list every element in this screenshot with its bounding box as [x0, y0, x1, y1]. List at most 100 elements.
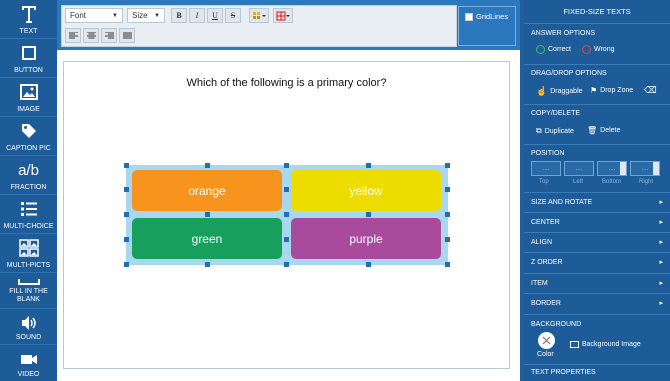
- resize-handle[interactable]: [445, 262, 450, 267]
- tool-fraction[interactable]: a/b FRACTION: [0, 156, 57, 195]
- align-right-button[interactable]: [101, 28, 117, 43]
- bottom-stepper[interactable]: [620, 162, 626, 175]
- tool-video-label: VIDEO: [17, 371, 40, 378]
- resize-handle[interactable]: [124, 237, 129, 242]
- align-center-button[interactable]: [83, 28, 99, 43]
- color-picker-icon: [253, 11, 266, 19]
- resize-handle[interactable]: [366, 262, 371, 267]
- position-top-input[interactable]: ....: [531, 161, 561, 176]
- text-color-button[interactable]: [249, 8, 269, 23]
- resize-handle[interactable]: [284, 212, 289, 217]
- tool-button[interactable]: BUTTON: [0, 39, 57, 78]
- draggable-label: Draggable: [550, 88, 583, 95]
- tool-fraction-label: FRACTION: [10, 184, 47, 191]
- align-heading: ALIGN: [531, 239, 553, 246]
- underline-button[interactable]: U: [207, 8, 223, 23]
- italic-button[interactable]: I: [189, 8, 205, 23]
- copy-delete-section: COPY/DELETE ⧉ Duplicate 🗑 Delete: [524, 105, 670, 145]
- resize-handle[interactable]: [445, 212, 450, 217]
- duplicate-button[interactable]: ⧉ Duplicate: [536, 126, 574, 136]
- bottom-label: Bottom: [602, 179, 622, 185]
- color-label: Color: [537, 351, 554, 358]
- size-select[interactable]: Size ▼: [127, 8, 165, 23]
- bold-button[interactable]: B: [171, 8, 187, 23]
- position-section: POSITION .... .... .... .... Top Left Bo…: [524, 145, 670, 193]
- align-section[interactable]: ALIGN ▸: [524, 233, 670, 253]
- choice-label: green: [191, 231, 223, 246]
- item-section[interactable]: ITEM ▸: [524, 274, 670, 294]
- clear-dropzone-button[interactable]: ⌫: [644, 85, 657, 96]
- choice-orange[interactable]: orange: [132, 170, 282, 211]
- tool-multi-choice[interactable]: MULTI-CHOICE: [0, 195, 57, 234]
- delete-button[interactable]: 🗑 Delete: [587, 126, 620, 135]
- chevron-right-icon: ▸: [659, 219, 663, 226]
- resize-handle[interactable]: [124, 187, 129, 192]
- chevron-right-icon: ▸: [659, 199, 663, 206]
- background-image-button[interactable]: Background Image: [570, 341, 641, 348]
- resize-handle[interactable]: [445, 187, 450, 192]
- center-section[interactable]: CENTER ▸: [524, 213, 670, 233]
- blank-icon: [0, 276, 57, 288]
- right-label: Right: [639, 179, 654, 185]
- tool-caption-pic[interactable]: CAPTION PIC: [0, 117, 57, 156]
- color-swatch-button[interactable]: [538, 332, 555, 349]
- resize-handle[interactable]: [124, 212, 129, 217]
- wrong-circle-icon: [582, 45, 591, 54]
- resize-handle[interactable]: [205, 163, 210, 168]
- tool-fill-blank[interactable]: FILL IN THE BLANK: [0, 273, 57, 309]
- tool-image[interactable]: IMAGE: [0, 78, 57, 117]
- question-text[interactable]: Which of the following is a primary colo…: [64, 77, 509, 89]
- question-page[interactable]: Which of the following is a primary colo…: [63, 61, 510, 369]
- table-button[interactable]: [273, 8, 293, 23]
- check-circle-icon: [536, 45, 545, 54]
- tool-text[interactable]: TEXT: [0, 0, 57, 39]
- font-select[interactable]: Font ▼: [65, 8, 123, 23]
- resize-handle[interactable]: [284, 163, 289, 168]
- app-root: TEXT BUTTON IMAGE CAPTION PIC a/b FRACTI…: [0, 0, 670, 381]
- gridlines-toggle[interactable]: GridLines: [458, 6, 516, 46]
- wrong-button[interactable]: Wrong: [582, 45, 615, 54]
- border-section[interactable]: BORDER ▸: [524, 294, 670, 315]
- zorder-section[interactable]: Z ORDER ▸: [524, 253, 670, 274]
- tool-fill-blank-label: FILL IN THE BLANK: [9, 288, 48, 303]
- choice-purple[interactable]: purple: [291, 218, 441, 259]
- backspace-icon: ⌫: [644, 85, 657, 95]
- hand-icon: ☝: [536, 86, 548, 96]
- strikethrough-button[interactable]: S: [225, 8, 241, 23]
- dropzone-button[interactable]: ⚑ Drop Zone: [590, 86, 633, 95]
- size-rotate-section[interactable]: SIZE AND ROTATE ▸: [524, 193, 670, 213]
- resize-handle[interactable]: [284, 237, 289, 242]
- tool-caption-pic-label: CAPTION PIC: [6, 145, 51, 152]
- zorder-heading: Z ORDER: [531, 259, 563, 266]
- text-properties-section[interactable]: TEXT PROPERTIES: [524, 365, 670, 381]
- font-select-label: Font: [70, 11, 87, 20]
- correct-button[interactable]: Correct: [536, 45, 571, 54]
- resize-handle[interactable]: [366, 212, 371, 217]
- resize-handle[interactable]: [205, 212, 210, 217]
- resize-handle[interactable]: [284, 187, 289, 192]
- choice-yellow[interactable]: yellow: [291, 170, 441, 211]
- resize-handle[interactable]: [124, 262, 129, 267]
- resize-handle[interactable]: [124, 163, 129, 168]
- choice-green[interactable]: green: [132, 218, 282, 259]
- align-left-icon: [68, 31, 78, 38]
- resize-handle[interactable]: [366, 163, 371, 168]
- tool-sound[interactable]: SOUND: [0, 309, 57, 345]
- text-properties-heading: TEXT PROPERTIES: [531, 369, 596, 376]
- right-stepper[interactable]: [653, 162, 659, 175]
- multi-choice-widget[interactable]: orange yellow green purple: [124, 163, 450, 267]
- align-left-button[interactable]: [65, 28, 81, 43]
- resize-handle[interactable]: [284, 262, 289, 267]
- align-justify-button[interactable]: [119, 28, 135, 43]
- gridlines-checkbox[interactable]: [465, 13, 473, 21]
- center-heading: CENTER: [531, 219, 560, 226]
- resize-handle[interactable]: [445, 163, 450, 168]
- position-heading: POSITION: [531, 150, 565, 157]
- resize-handle[interactable]: [445, 237, 450, 242]
- draggable-button[interactable]: ☝ Draggable: [536, 86, 583, 97]
- tool-multi-picts[interactable]: MULTI-PICTS: [0, 234, 57, 273]
- resize-handle[interactable]: [205, 262, 210, 267]
- panel-title: FIXED-SIZE TEXTS: [524, 0, 670, 24]
- position-left-input[interactable]: ....: [564, 161, 594, 176]
- tool-video[interactable]: VIDEO: [0, 345, 57, 381]
